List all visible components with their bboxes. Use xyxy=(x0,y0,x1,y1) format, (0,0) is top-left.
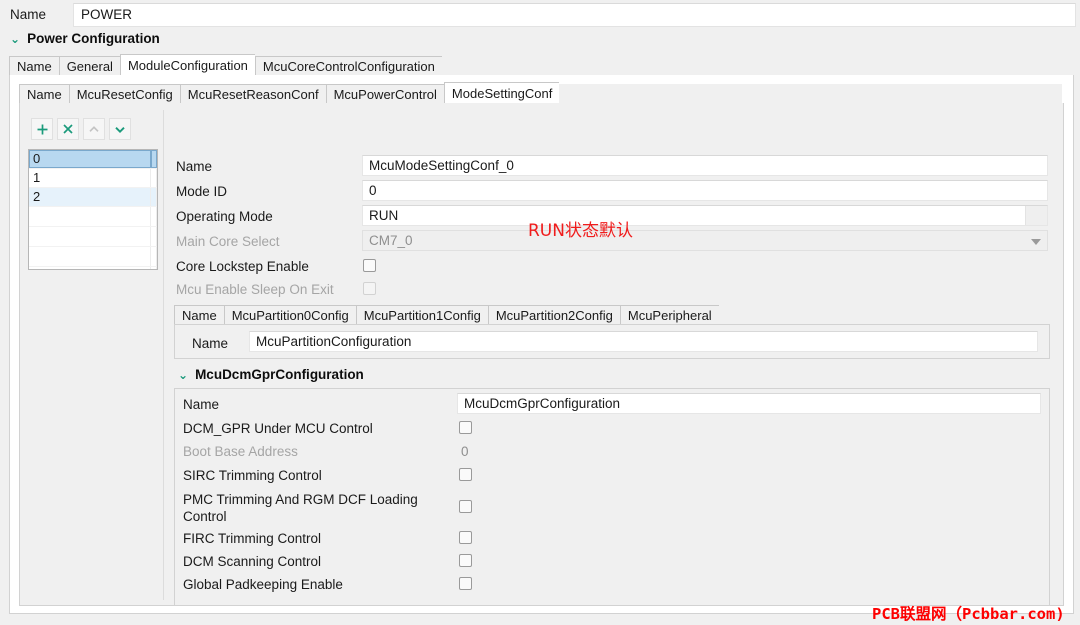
delete-button[interactable] xyxy=(57,118,79,140)
move-down-button[interactable] xyxy=(109,118,131,140)
tabstrip-level1-filler xyxy=(441,56,1072,76)
tab-name-l3[interactable]: Name xyxy=(174,305,224,325)
list-item-label: 0 xyxy=(29,150,151,168)
mcudcmgpr-section-header[interactable]: ⌄ McuDcmGprConfiguration xyxy=(178,367,364,382)
mode-id-input[interactable]: 0 xyxy=(362,180,1048,201)
move-up-button xyxy=(83,118,105,140)
tab-mcuresetreasonconf[interactable]: McuResetReasonConf xyxy=(179,84,326,104)
name-input[interactable]: McuModeSettingConf_0 xyxy=(362,155,1048,176)
top-name-row: Name POWER xyxy=(0,0,1080,29)
partition-name-value: McuPartitionConfiguration xyxy=(256,334,412,349)
chevron-down-icon[interactable]: ⌄ xyxy=(10,33,20,45)
tab-moduleconfiguration[interactable]: ModuleConfiguration xyxy=(119,54,255,76)
list-empty-row xyxy=(29,227,157,247)
tab-mcupowercontrol[interactable]: McuPowerControl xyxy=(325,84,444,104)
list-item[interactable]: 0 xyxy=(29,150,157,169)
operating-mode-dropdown-button[interactable] xyxy=(1025,206,1047,225)
mcudcmgpr-title: McuDcmGprConfiguration xyxy=(195,367,364,382)
dcm-field-label-firc-trimming-control: FIRC Trimming Control xyxy=(183,531,322,546)
tab-mcupartition0config[interactable]: McuPartition0Config xyxy=(223,305,356,325)
mode-id-value: 0 xyxy=(369,183,377,198)
tab-name[interactable]: Name xyxy=(9,56,59,76)
tabstrip-level3-filler xyxy=(718,305,1048,325)
tab-mcupartition1config[interactable]: McuPartition1Config xyxy=(355,305,488,325)
tab-mcucorecontrolconfiguration[interactable]: McuCoreControlConfiguration xyxy=(254,56,442,76)
dcm-field-label-dcm-scanning-control: DCM Scanning Control xyxy=(183,554,322,569)
list-item-secondary-cell xyxy=(151,169,157,187)
dcm-field-label-sirc-trimming-control: SIRC Trimming Control xyxy=(183,468,322,483)
close-icon xyxy=(63,124,73,134)
tabstrip-level3: Name McuPartition0Config McuPartition1Co… xyxy=(174,303,1048,325)
dcm-field-label-global-padkeeping-enable: Global Padkeeping Enable xyxy=(183,577,343,592)
field-label-mcu-enable-sleep-on-exit: Mcu Enable Sleep On Exit xyxy=(176,282,334,297)
field-label-operating-mode: Operating Mode xyxy=(176,209,273,224)
list-empty-row xyxy=(29,267,157,269)
chevron-down-icon[interactable]: ⌄ xyxy=(178,369,188,381)
power-configuration-section-header[interactable]: ⌄ Power Configuration xyxy=(10,31,160,46)
top-name-input[interactable]: POWER xyxy=(73,3,1076,27)
operating-mode-value: RUN xyxy=(369,208,399,223)
main-core-select-dropdown-button xyxy=(1025,231,1047,250)
tab-name-l2[interactable]: Name xyxy=(19,84,69,104)
chevron-down-icon xyxy=(115,126,125,133)
dcm-gpr-under-mcu-control-checkbox[interactable] xyxy=(459,421,472,434)
plus-icon xyxy=(37,124,47,134)
top-name-value: POWER xyxy=(81,7,133,22)
tabstrip-level2-filler xyxy=(559,84,1062,104)
partition-name-label: Name xyxy=(192,336,229,351)
tab-general[interactable]: General xyxy=(58,56,120,76)
field-label-core-lockstep-enable: Core Lockstep Enable xyxy=(176,259,309,274)
tab-mcuperipheral[interactable]: McuPeripheral xyxy=(619,305,719,325)
watermark: PCB联盟网（Pcbbar.com) xyxy=(872,605,1065,623)
chevron-down-icon xyxy=(1031,239,1041,245)
core-lockstep-enable-checkbox[interactable] xyxy=(363,259,376,272)
dcm-field-label-pmc-trimming-rgm-dcf-loading-control: PMC Trimming And RGM DCF Loading Control xyxy=(183,492,418,524)
field-label-mode-id: Mode ID xyxy=(176,184,228,199)
list-empty-row xyxy=(29,247,157,267)
mode-list[interactable]: 0 1 2 xyxy=(28,149,158,270)
add-button[interactable] xyxy=(31,118,53,140)
list-item[interactable]: 1 xyxy=(29,169,157,188)
list-item-secondary-cell xyxy=(151,150,157,168)
global-padkeeping-enable-checkbox[interactable] xyxy=(459,577,472,590)
dcm-scanning-control-checkbox[interactable] xyxy=(459,554,472,567)
tab-mcuresetconfig[interactable]: McuResetConfig xyxy=(68,84,180,104)
pmc-trimming-rgm-dcf-loading-control-checkbox[interactable] xyxy=(459,500,472,513)
panel-divider xyxy=(163,110,164,600)
power-configuration-editor: Name POWER ⌄ Power Configuration Name Ge… xyxy=(0,0,1080,625)
tab-mcupartition2config[interactable]: McuPartition2Config xyxy=(487,305,620,325)
annotation-run-default: RUN状态默认 xyxy=(528,221,633,241)
dcm-name-input[interactable]: McuDcmGprConfiguration xyxy=(457,393,1041,414)
name-value: McuModeSettingConf_0 xyxy=(369,158,514,173)
field-label-main-core-select: Main Core Select xyxy=(176,234,280,249)
partition-name-input[interactable]: McuPartitionConfiguration xyxy=(249,331,1038,352)
top-name-label: Name xyxy=(10,7,47,22)
field-label-name: Name xyxy=(176,159,213,174)
main-core-select-combo: CM7_0 xyxy=(362,230,1048,251)
mcu-enable-sleep-on-exit-checkbox xyxy=(363,282,376,295)
main-core-select-value: CM7_0 xyxy=(369,233,413,248)
page-title: Power Configuration xyxy=(27,31,160,46)
list-toolbar xyxy=(31,118,131,140)
list-item-label: 1 xyxy=(29,169,151,187)
operating-mode-input[interactable]: RUN xyxy=(362,205,1048,226)
chevron-up-icon xyxy=(89,125,99,132)
dcm-name-value: McuDcmGprConfiguration xyxy=(464,396,621,411)
list-item[interactable]: 2 xyxy=(29,188,157,207)
tabstrip-level2: Name McuResetConfig McuResetReasonConf M… xyxy=(19,82,1062,104)
dcm-field-label-dcm-gpr-under-mcu-control: DCM_GPR Under MCU Control xyxy=(183,421,373,436)
tabstrip-level1: Name General ModuleConfiguration McuCore… xyxy=(9,54,1072,76)
firc-trimming-control-checkbox[interactable] xyxy=(459,531,472,544)
list-empty-row xyxy=(29,207,157,227)
list-item-secondary-cell xyxy=(151,188,157,206)
sirc-trimming-control-checkbox[interactable] xyxy=(459,468,472,481)
tab-modesettingconf[interactable]: ModeSettingConf xyxy=(443,82,560,104)
list-item-label: 2 xyxy=(29,188,151,206)
dcm-field-label-boot-base-address: Boot Base Address xyxy=(183,444,298,459)
dcm-field-label-name: Name xyxy=(183,397,220,412)
boot-base-address-value: 0 xyxy=(461,444,469,459)
